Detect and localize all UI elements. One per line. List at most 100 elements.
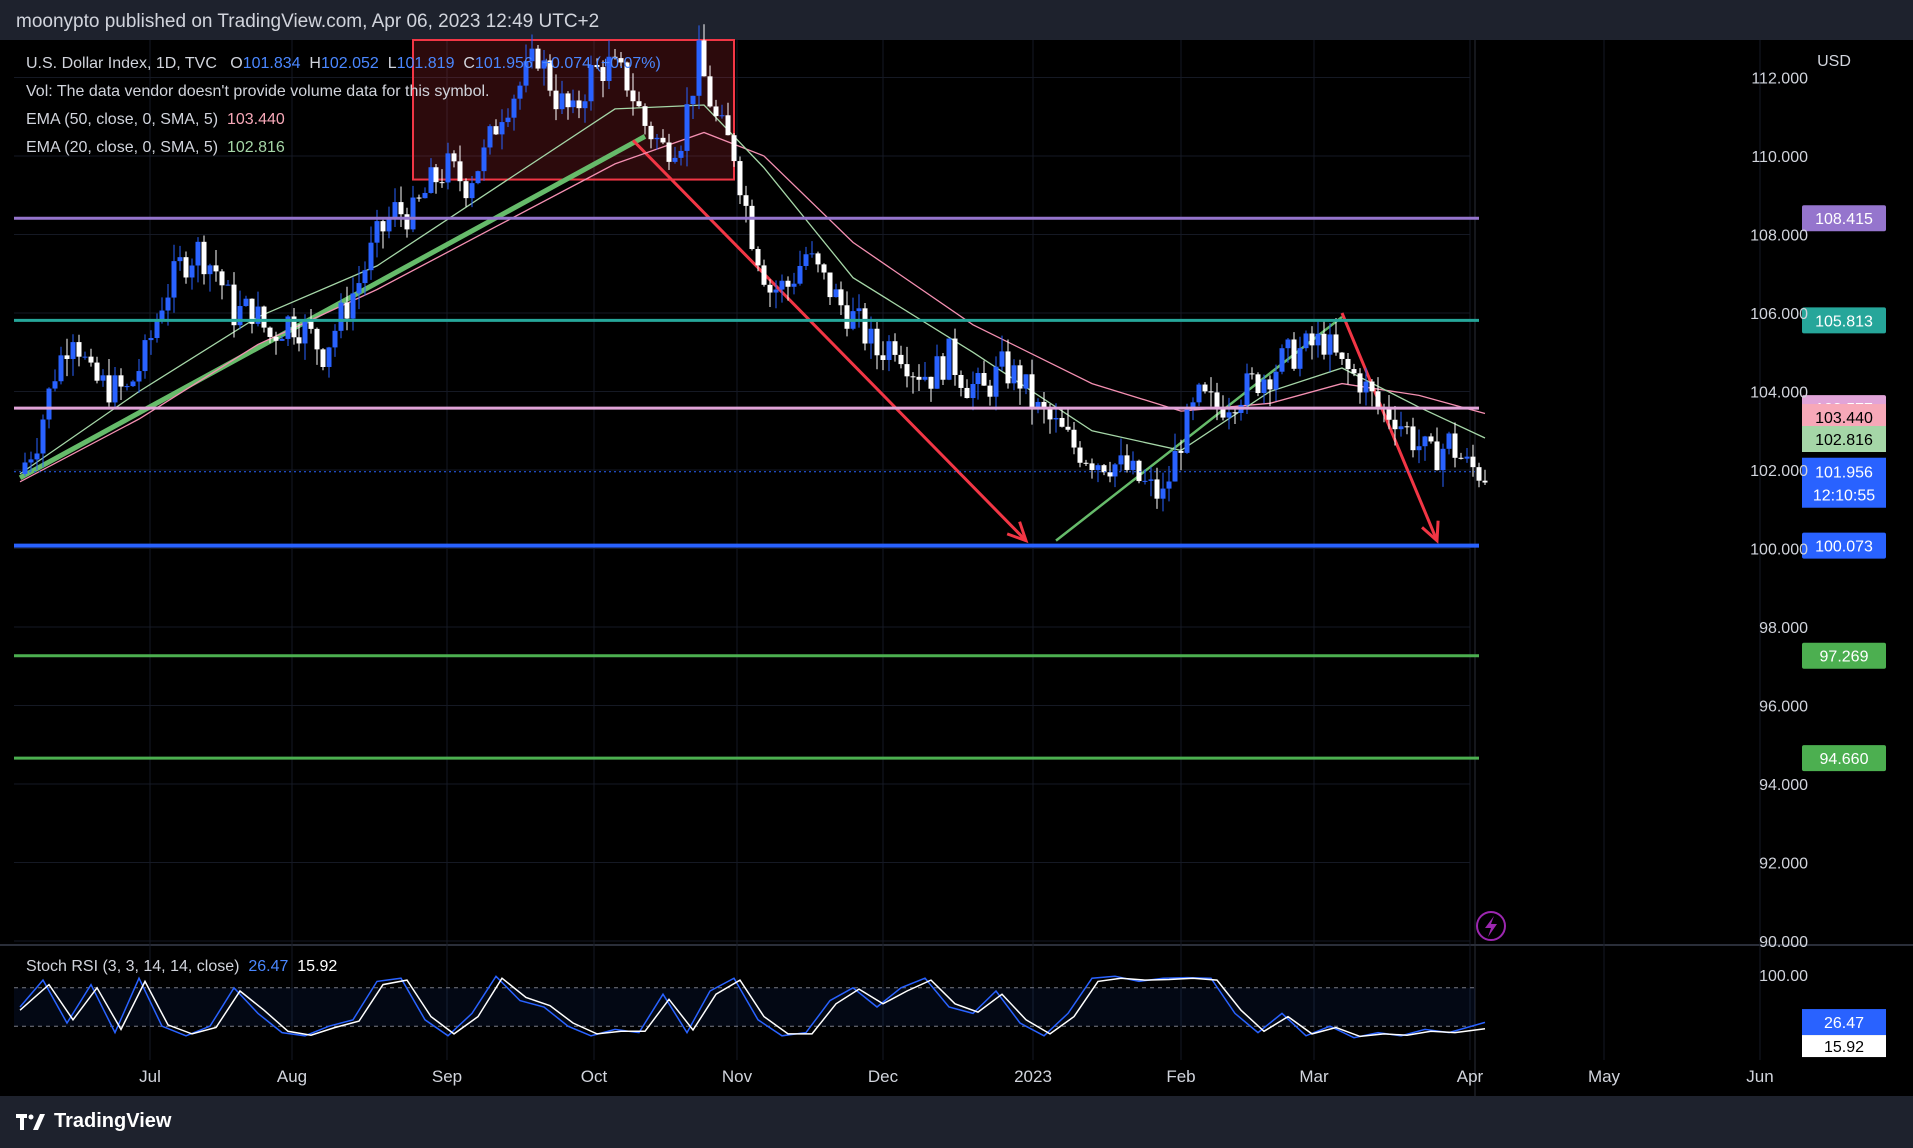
candle-body (838, 289, 844, 306)
candle-body (1112, 464, 1118, 477)
change-value: +0.074 (+0.07%) (541, 55, 661, 72)
candle-body (1297, 348, 1303, 369)
candle-body (1208, 391, 1214, 393)
x-tick-label: 2023 (1014, 1067, 1052, 1086)
candle-body (928, 376, 934, 389)
y-tick-label: 110.000 (1751, 149, 1808, 166)
candle-body (701, 40, 707, 77)
stoch-rsi-pane: 100.00 26.47 15.92 (14, 968, 1886, 1058)
candle-body (755, 249, 761, 266)
x-tick-label: Feb (1166, 1067, 1195, 1086)
candle-body (1398, 426, 1404, 430)
candle-body (243, 298, 249, 307)
legend-ema20[interactable]: EMA (20, close, 0, SMA, 5) 102.816 (26, 134, 661, 162)
candle-body (737, 161, 743, 196)
candle-body (1077, 447, 1083, 463)
candle-body (136, 371, 142, 382)
candle-body (1327, 334, 1333, 355)
candle-body (1351, 369, 1357, 374)
candle-body (1267, 379, 1273, 390)
candle-body (118, 375, 124, 387)
y-tick-label: 102.000 (1750, 463, 1808, 480)
candle-body (898, 354, 904, 365)
candle-body (165, 297, 171, 311)
candle-body (1011, 365, 1017, 384)
candle-body (1464, 456, 1470, 459)
candle-body (999, 351, 1005, 367)
candle-body (1017, 365, 1023, 389)
horizontal-levels: 108.415105.813103.577100.07397.26994.660… (14, 205, 1886, 772)
candle-body (213, 265, 219, 272)
legend-ohlc: U.S. Dollar Index, 1D, TVC O101.834 H102… (26, 55, 661, 72)
level-label: 94.660 (1820, 751, 1869, 768)
rsi-band (14, 987, 1475, 1027)
candle-body (368, 242, 374, 271)
candle-body (380, 221, 386, 232)
level-label: 105.813 (1815, 313, 1873, 330)
candle-body (428, 167, 434, 193)
candle-body (1107, 472, 1113, 477)
x-tick-label: Aug (277, 1067, 307, 1086)
candle-body (439, 182, 445, 184)
candle-body (433, 167, 439, 183)
candle-body (844, 305, 850, 329)
candle-body (1416, 446, 1422, 451)
candle-body (666, 142, 672, 162)
last-price-label: 101.956 (1815, 465, 1873, 482)
candle-body (1279, 348, 1285, 372)
candle-body (356, 283, 362, 294)
candle-body (1178, 450, 1184, 453)
candle-body (1029, 374, 1035, 408)
candle-body (46, 388, 52, 420)
symbol-title[interactable]: U.S. Dollar Index, 1D, TVC (26, 55, 217, 72)
candle-body (773, 289, 779, 293)
candle-body (1118, 455, 1124, 465)
candle-body (1422, 436, 1428, 447)
ema50-badge-label: 103.440 (1815, 410, 1873, 427)
candle-body (100, 375, 106, 381)
candle-body (148, 338, 154, 341)
candle-body (856, 308, 862, 312)
tradingview-logo-icon (16, 1113, 45, 1130)
candle-body (1202, 384, 1208, 392)
y-tick-label: 92.000 (1759, 856, 1808, 873)
candle-body (1428, 436, 1434, 442)
open-value: 101.834 (242, 55, 301, 72)
candle-body (1059, 417, 1065, 427)
candle-body (1160, 488, 1166, 499)
candle-body (106, 375, 112, 403)
candle-body (1089, 463, 1095, 470)
y-tick-label: 96.000 (1759, 699, 1808, 716)
candle-body (320, 349, 326, 367)
candle-body (112, 375, 118, 403)
tradingview-logo[interactable]: TradingView (16, 1110, 171, 1133)
candle-body (302, 320, 308, 344)
candle-body (993, 366, 999, 397)
x-tick-label: May (1588, 1067, 1621, 1086)
candle-body (1458, 457, 1464, 459)
ema20-badge-label: 102.816 (1815, 432, 1873, 449)
candle-body (958, 374, 964, 388)
candle-body (142, 340, 148, 372)
candle-body (1130, 460, 1136, 470)
candle-body (1363, 381, 1369, 393)
candle-body (791, 283, 797, 287)
candle-body (1095, 465, 1101, 470)
rsi-legend[interactable]: Stoch RSI (3, 3, 14, 14, close) 26.47 15… (26, 958, 337, 976)
candle-body (1392, 419, 1398, 430)
candle-body (350, 293, 356, 319)
candle-body (463, 181, 469, 199)
candle-body (1065, 426, 1071, 430)
candle-body (809, 253, 815, 255)
candle-body (1124, 455, 1130, 470)
candle-body (690, 95, 696, 105)
candle-body (1470, 456, 1476, 468)
ema20-value: 102.816 (226, 139, 285, 156)
legend-ema50[interactable]: EMA (50, close, 0, SMA, 5) 103.440 (26, 106, 661, 134)
candle-body (338, 302, 344, 331)
price-chart[interactable]: 108.415105.813103.577100.07397.26994.660… (0, 0, 1913, 1096)
candle-body (725, 115, 731, 136)
tradingview-brand: TradingView (54, 1110, 172, 1132)
candle-body (946, 338, 952, 380)
candle-body (827, 272, 833, 298)
